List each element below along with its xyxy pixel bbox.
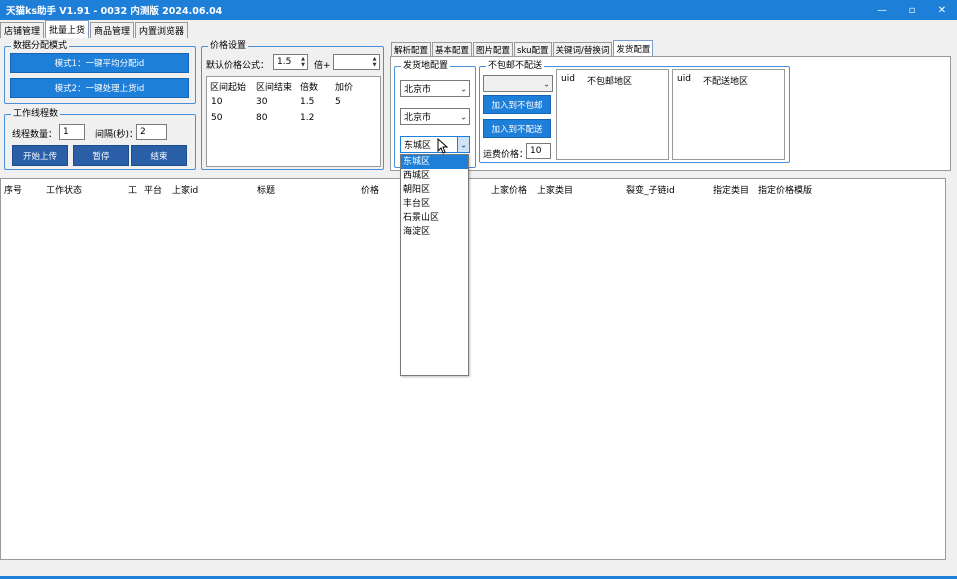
- column-header[interactable]: 指定类目: [713, 183, 749, 196]
- product-table[interactable]: 序号 工作状态 工 平台 上家id 标题 价格 上家价格 上家类目 裂变_子链i…: [0, 178, 946, 560]
- table-cell[interactable]: 30: [256, 97, 267, 107]
- column-header[interactable]: 工作状态: [46, 183, 82, 196]
- add-no-delivery-button[interactable]: 加入到不配送: [483, 119, 551, 138]
- pause-button[interactable]: 暂停: [73, 145, 129, 166]
- minimize-icon[interactable]: —: [867, 0, 897, 20]
- interval-label: 间隔(秒)：: [95, 130, 139, 140]
- table-cell[interactable]: 10: [211, 97, 222, 107]
- work-threads-legend: 工作线程数: [11, 109, 61, 119]
- thread-count-label: 线程数量：: [12, 130, 58, 140]
- tab-sku-config[interactable]: sku配置: [514, 42, 552, 56]
- column-header: uid: [561, 74, 575, 84]
- district-select[interactable]: 东城区 ⌄: [400, 136, 470, 153]
- maximize-icon[interactable]: ▫: [897, 0, 927, 20]
- tab-product-management[interactable]: 商品管理: [90, 22, 135, 38]
- dropdown-option[interactable]: 西城区: [401, 169, 468, 183]
- column-header: 不包邮地区: [587, 77, 633, 87]
- price-formula-label: 默认价格公式：: [206, 61, 270, 71]
- title-bar: 天猫ks助手 V1.91 - 0032 内测版 2024.06.04 — ▫ ✕: [0, 0, 957, 20]
- column-header[interactable]: 序号: [4, 183, 22, 196]
- main-tab-strip: 店铺管理 批量上货 商品管理 内置浏览器: [0, 20, 189, 38]
- interval-input[interactable]: 2: [136, 124, 167, 140]
- chevron-down-icon: ⌄: [460, 112, 467, 121]
- ship-from-group: 发货地配置 北京市 ⌄ 北京市 ⌄ 东城区 ⌄: [394, 61, 476, 168]
- column-header[interactable]: 指定价格模版: [758, 183, 812, 196]
- column-header: 倍数: [300, 83, 319, 93]
- start-upload-button[interactable]: 开始上传: [12, 145, 68, 166]
- price-settings-group: 价格设置 默认价格公式： 1.5 ▲ ▼ 倍+ ▲ ▼ 区间起始 区间结束 倍数 加…: [201, 41, 384, 170]
- table-cell[interactable]: 1.2: [300, 113, 314, 123]
- mouse-cursor-icon: [437, 138, 449, 154]
- district-value: 东城区: [404, 141, 432, 151]
- tab-keyword-replace[interactable]: 关键词/替换词: [552, 42, 613, 56]
- tab-parse-config[interactable]: 解析配置: [391, 42, 432, 56]
- dropdown-option[interactable]: 东城区: [401, 155, 468, 169]
- no-free-shipping-list[interactable]: uid 不包邮地区: [556, 69, 669, 160]
- window-controls: — ▫ ✕: [867, 0, 957, 20]
- no-free-shipping-group: 不包邮不配送 ⌄ 加入到不包邮 加入到不配送 运费价格： 10 uid 不包邮地…: [479, 61, 790, 163]
- data-mode-legend: 数据分配模式: [11, 41, 70, 51]
- tab-built-in-browser[interactable]: 内置浏览器: [135, 22, 189, 38]
- mode1-button[interactable]: 模式1：一键平均分配id: [10, 53, 189, 73]
- dropdown-option[interactable]: 朝阳区: [401, 183, 468, 197]
- column-header: 区间结束: [256, 83, 293, 93]
- tab-shop-management[interactable]: 店铺管理: [0, 22, 45, 38]
- price-settings-legend: 价格设置: [208, 41, 249, 51]
- column-header: 加价: [335, 83, 354, 93]
- chevron-down-icon: ⌄: [460, 140, 467, 149]
- table-cell[interactable]: 1.5: [300, 97, 314, 107]
- close-icon[interactable]: ✕: [927, 0, 957, 20]
- city-value: 北京市: [404, 113, 432, 123]
- no-delivery-list[interactable]: uid 不配送地区: [672, 69, 785, 160]
- column-header[interactable]: 标题: [257, 183, 275, 196]
- district-dropdown-list[interactable]: 东城区 西城区 朝阳区 丰台区 石景山区 海淀区: [400, 154, 469, 376]
- ship-from-legend: 发货地配置: [401, 61, 451, 71]
- mode2-button[interactable]: 模式2：一键处理上货id: [10, 78, 189, 98]
- work-threads-group: 工作线程数 线程数量： 1 间隔(秒)： 2 开始上传 暂停 结束: [4, 109, 196, 170]
- times-plus-label: 倍+: [314, 61, 331, 71]
- chevron-down-icon: ⌄: [543, 79, 550, 88]
- province-select[interactable]: 北京市 ⌄: [400, 80, 470, 97]
- shipping-fee-label: 运费价格：: [483, 150, 529, 160]
- add-price-spin-icon[interactable]: ▲ ▼: [370, 55, 379, 69]
- region-select[interactable]: ⌄: [483, 75, 553, 92]
- column-header[interactable]: 上家价格: [491, 183, 527, 196]
- dropdown-option[interactable]: 丰台区: [401, 197, 468, 211]
- column-header[interactable]: 平台: [144, 183, 162, 196]
- price-range-table: 区间起始 区间结束 倍数 加价 10 30 1.5 5 50 80 1.2: [206, 76, 381, 167]
- table-cell[interactable]: 80: [256, 113, 267, 123]
- column-header[interactable]: 裂变_子链id: [626, 183, 675, 196]
- column-header[interactable]: 上家id: [172, 183, 198, 196]
- province-value: 北京市: [404, 85, 432, 95]
- column-header: uid: [677, 74, 691, 84]
- shipping-fee-input[interactable]: 10: [526, 143, 551, 159]
- window-title: 天猫ks助手 V1.91 - 0032 内测版 2024.06.04: [6, 6, 223, 17]
- config-tab-strip: 解析配置 基本配置 图片配置 sku配置 关键词/替换词 发货配置: [391, 40, 654, 56]
- column-header[interactable]: 上家类目: [537, 183, 573, 196]
- table-cell[interactable]: 50: [211, 113, 222, 123]
- stop-button[interactable]: 结束: [131, 145, 187, 166]
- tab-shipping-config[interactable]: 发货配置: [613, 40, 654, 56]
- column-header[interactable]: 工: [128, 183, 137, 196]
- dropdown-option[interactable]: 石景山区: [401, 211, 468, 225]
- column-header: 区间起始: [210, 83, 247, 93]
- dropdown-option[interactable]: 海淀区: [401, 225, 468, 239]
- city-select[interactable]: 北京市 ⌄: [400, 108, 470, 125]
- column-header: 不配送地区: [703, 77, 749, 87]
- add-no-free-shipping-button[interactable]: 加入到不包邮: [483, 95, 551, 114]
- multiplier-spin-icon[interactable]: ▲ ▼: [299, 55, 307, 69]
- no-free-shipping-legend: 不包邮不配送: [486, 61, 545, 71]
- table-cell[interactable]: 5: [335, 97, 341, 107]
- tab-batch-listing[interactable]: 批量上货: [45, 20, 90, 38]
- tab-image-config[interactable]: 图片配置: [473, 42, 514, 56]
- tab-basic-config[interactable]: 基本配置: [432, 42, 473, 56]
- data-mode-group: 数据分配模式 模式1：一键平均分配id 模式2：一键处理上货id: [4, 41, 196, 104]
- chevron-down-icon: ⌄: [460, 84, 467, 93]
- column-header[interactable]: 价格: [361, 183, 379, 196]
- thread-count-input[interactable]: 1: [59, 124, 85, 140]
